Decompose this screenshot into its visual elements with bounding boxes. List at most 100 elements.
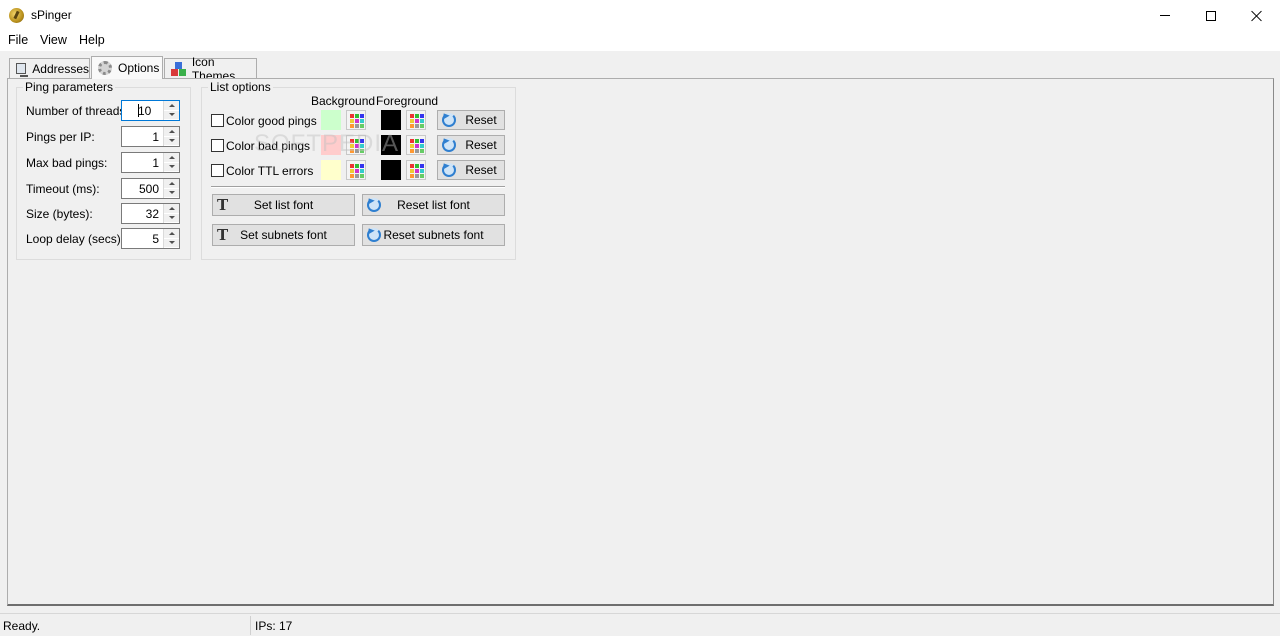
pings-per-ip-stepper[interactable]: 1 <box>121 126 180 147</box>
palette-cell <box>360 114 364 118</box>
increment-button[interactable] <box>164 204 179 214</box>
menu-help[interactable]: Help <box>79 33 105 47</box>
decrement-button[interactable] <box>164 162 179 172</box>
palette-cell <box>350 164 354 168</box>
palette-cell <box>410 114 414 118</box>
loop-delay-stepper[interactable]: 5 <box>121 228 180 249</box>
maximize-button[interactable] <box>1188 0 1234 31</box>
gear-icon <box>98 61 112 75</box>
stepper-buttons <box>163 229 179 248</box>
background-header: Background <box>311 94 376 108</box>
increment-button[interactable] <box>164 153 179 163</box>
palette-cell <box>415 144 419 148</box>
background-palette-button[interactable] <box>346 160 366 180</box>
close-icon <box>1251 10 1263 22</box>
status-bar: Ready. IPs: 17 <box>0 613 1280 636</box>
palette-cell <box>410 169 414 173</box>
reset-subnets-font-button[interactable]: Reset subnets font <box>362 224 505 246</box>
palette-cell <box>360 169 364 173</box>
tab-addresses[interactable]: Addresses <box>9 58 90 79</box>
stepper-buttons <box>163 153 179 172</box>
menu-bar: File View Help <box>0 31 1280 51</box>
background-palette-button[interactable] <box>346 110 366 130</box>
foreground-palette-button[interactable] <box>406 160 426 180</box>
set-list-font-button[interactable]: T Set list font <box>212 194 355 216</box>
arrow-down-icon <box>168 113 175 117</box>
set-subnets-font-button[interactable]: T Set subnets font <box>212 224 355 246</box>
status-divider <box>250 616 251 635</box>
menu-view[interactable]: View <box>40 33 67 47</box>
increment-button[interactable] <box>164 101 179 111</box>
stepper-buttons <box>163 101 179 120</box>
palette-cell <box>355 114 359 118</box>
reset-colors-button[interactable]: Reset <box>437 160 505 180</box>
reset-list-font-label: Reset list font <box>397 198 470 212</box>
timeout-value[interactable]: 500 <box>139 182 159 196</box>
stepper-buttons <box>163 204 179 223</box>
reset-list-font-button[interactable]: Reset list font <box>362 194 505 216</box>
row-checkbox[interactable] <box>211 114 224 127</box>
increment-button[interactable] <box>164 179 179 189</box>
palette-cell <box>420 144 424 148</box>
palette-cell <box>410 139 414 143</box>
watermark: SOFTPEDIA <box>254 130 400 157</box>
palette-cell <box>350 114 354 118</box>
max-bad-pings-value[interactable]: 1 <box>152 156 159 170</box>
decrement-button[interactable] <box>164 238 179 248</box>
tab-options[interactable]: Options <box>91 56 163 79</box>
increment-button[interactable] <box>164 127 179 137</box>
arrow-down-icon <box>168 216 175 220</box>
timeout-stepper[interactable]: 500 <box>121 178 180 199</box>
row-checkbox[interactable] <box>211 139 224 152</box>
reset-colors-button[interactable]: Reset <box>437 110 505 130</box>
palette-cell <box>415 164 419 168</box>
palette-cell <box>410 144 414 148</box>
row-checkbox[interactable] <box>211 164 224 177</box>
timeout-label: Timeout (ms): <box>26 182 100 196</box>
close-button[interactable] <box>1234 0 1280 31</box>
palette-cell <box>410 119 414 123</box>
palette-cell <box>420 169 424 173</box>
reset-colors-button[interactable]: Reset <box>437 135 505 155</box>
arrow-up-icon <box>168 206 175 210</box>
decrement-button[interactable] <box>164 213 179 223</box>
palette-cell <box>410 164 414 168</box>
menu-file[interactable]: File <box>8 33 28 47</box>
title-bar: sPinger <box>0 0 1280 31</box>
decrement-button[interactable] <box>164 136 179 146</box>
palette-cell <box>420 139 424 143</box>
tab-icon-themes[interactable]: Icon Themes <box>164 55 257 83</box>
arrow-up-icon <box>168 129 175 133</box>
loop-delay-label: Loop delay (secs): <box>26 232 125 246</box>
options-panel <box>7 78 1274 606</box>
threads-label: Number of threads: <box>26 104 129 118</box>
palette-cell <box>415 124 419 128</box>
foreground-palette-button[interactable] <box>406 135 426 155</box>
arrow-down-icon <box>168 139 175 143</box>
threads-stepper[interactable]: 10 <box>121 100 180 121</box>
decrement-button[interactable] <box>164 188 179 198</box>
max-bad-pings-stepper[interactable]: 1 <box>121 152 180 173</box>
minimize-button[interactable] <box>1142 0 1188 31</box>
loop-delay-value[interactable]: 5 <box>152 232 159 246</box>
size-label: Size (bytes): <box>26 207 93 221</box>
palette-cell <box>420 119 424 123</box>
palette-cell <box>350 119 354 123</box>
row-label[interactable]: Color TTL errors <box>226 164 313 178</box>
pings-per-ip-value[interactable]: 1 <box>152 130 159 144</box>
size-value[interactable]: 32 <box>146 207 159 221</box>
foreground-header: Foreground <box>376 94 439 108</box>
size-stepper[interactable]: 32 <box>121 203 180 224</box>
increment-button[interactable] <box>164 229 179 239</box>
row-label[interactable]: Color good pings <box>226 114 317 128</box>
palette-cell <box>350 174 354 178</box>
foreground-color-swatch <box>381 110 401 130</box>
set-subnets-font-label: Set subnets font <box>240 228 327 242</box>
foreground-palette-button[interactable] <box>406 110 426 130</box>
arrow-down-icon <box>168 165 175 169</box>
max-bad-pings-label: Max bad pings: <box>26 156 108 170</box>
palette-cell <box>415 114 419 118</box>
decrement-button[interactable] <box>164 110 179 120</box>
threads-value[interactable]: 10 <box>138 104 151 118</box>
reset-icon <box>442 138 456 152</box>
